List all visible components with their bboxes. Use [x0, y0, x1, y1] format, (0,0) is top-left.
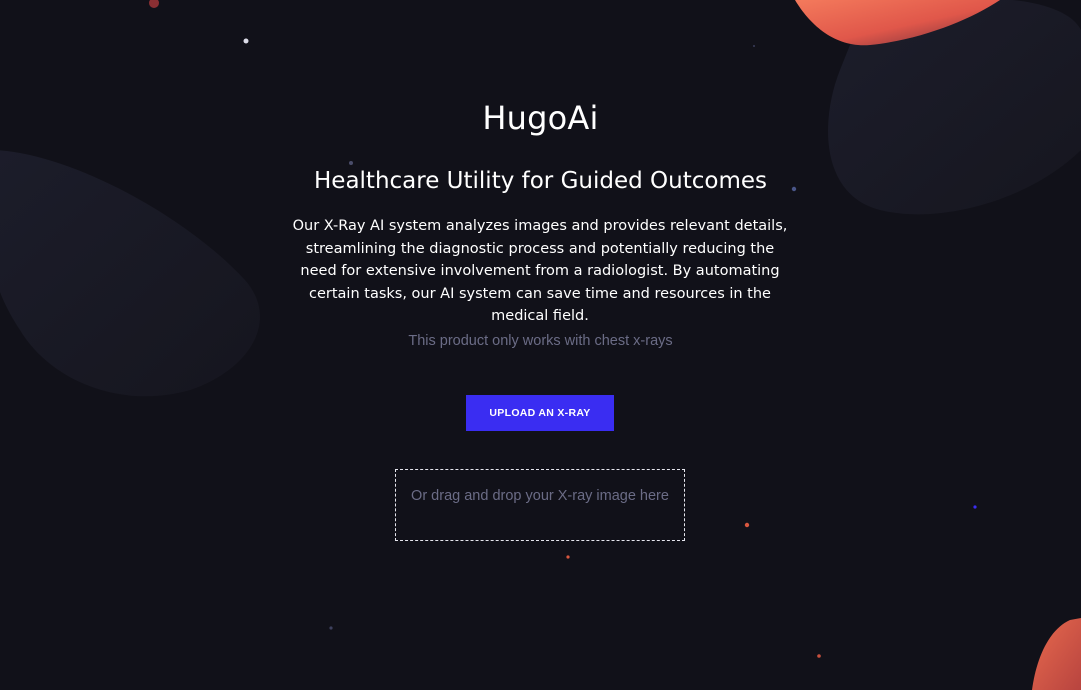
- main-content: HugoAi Healthcare Utility for Guided Out…: [0, 0, 1081, 690]
- app-title: HugoAi: [482, 99, 599, 137]
- page-subtitle: Healthcare Utility for Guided Outcomes: [314, 168, 767, 194]
- drop-zone-label: Or drag and drop your X-ray image here: [411, 488, 669, 504]
- drag-drop-zone[interactable]: Or drag and drop your X-ray image here: [395, 469, 685, 541]
- upload-xray-button[interactable]: UPLOAD AN X-RAY: [466, 395, 614, 431]
- page: HugoAi Healthcare Utility for Guided Out…: [0, 0, 1081, 690]
- chest-xray-note: This product only works with chest x-ray…: [408, 333, 673, 349]
- product-description: Our X-Ray AI system analyzes images and …: [292, 218, 788, 325]
